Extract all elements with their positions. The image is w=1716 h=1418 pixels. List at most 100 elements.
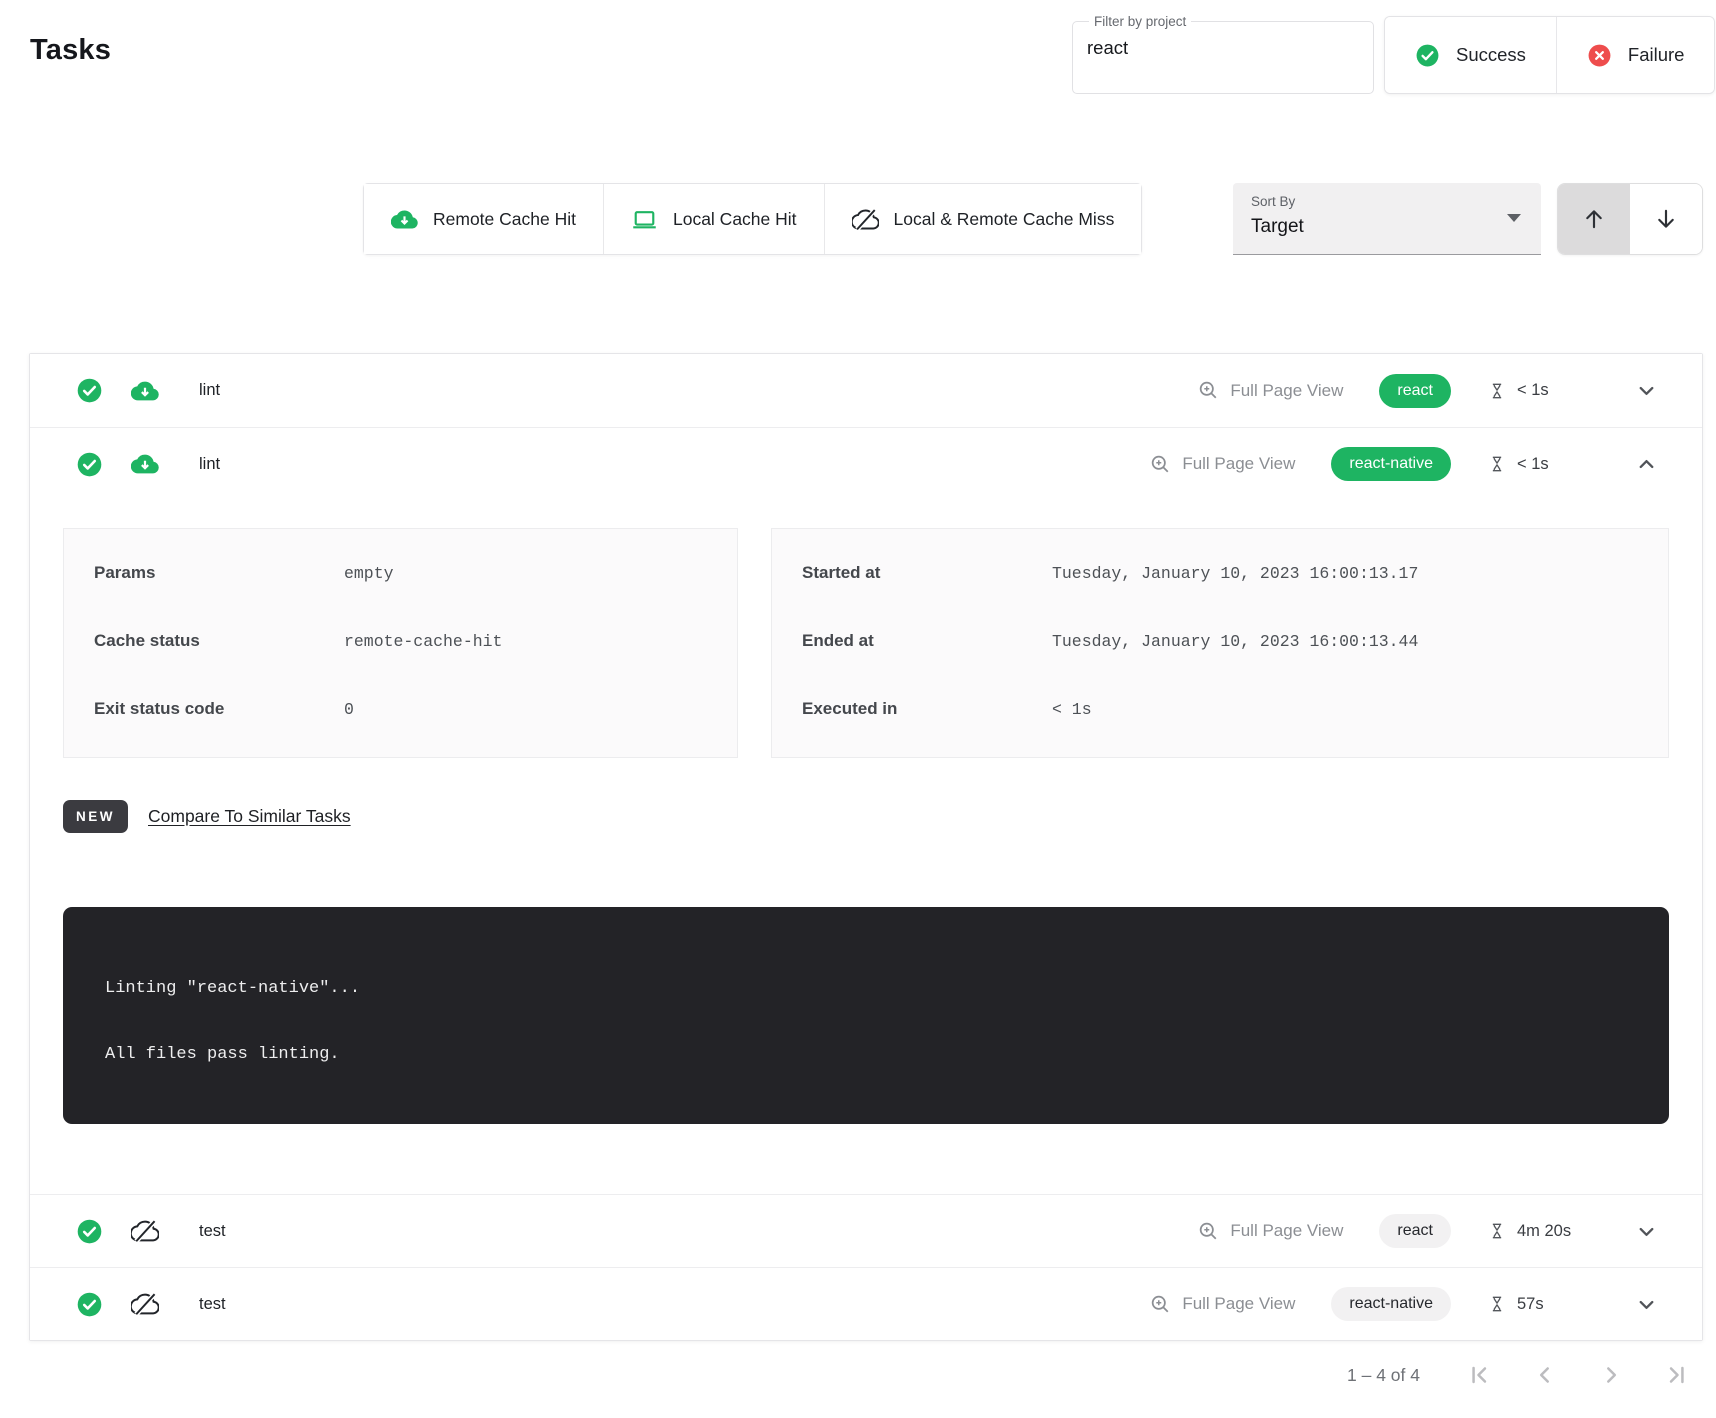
expand-row-button[interactable] bbox=[1635, 1293, 1658, 1316]
full-page-view-label: Full Page View bbox=[1182, 454, 1295, 474]
arrow-down-icon bbox=[1653, 206, 1679, 232]
full-page-view-link[interactable]: Full Page View bbox=[1197, 379, 1343, 402]
last-page-button[interactable] bbox=[1664, 1362, 1690, 1388]
failure-filter-button[interactable]: Failure bbox=[1556, 17, 1715, 93]
task-duration-label: 4m 20s bbox=[1517, 1222, 1571, 1241]
last-page-icon bbox=[1664, 1362, 1690, 1388]
detail-label: Params bbox=[94, 563, 344, 583]
task-target-name: lint bbox=[199, 381, 220, 400]
compare-to-similar-tasks-link[interactable]: Compare To Similar Tasks bbox=[148, 806, 351, 827]
sort-by-select[interactable]: Sort By Target bbox=[1233, 183, 1541, 255]
task-row-test-react[interactable]: test Full Page View react 4m 20s bbox=[30, 1194, 1702, 1267]
new-badge: NEW bbox=[63, 800, 128, 833]
full-page-view-label: Full Page View bbox=[1182, 1294, 1295, 1314]
task-row-lint-react-native[interactable]: lint Full Page View react-native < 1s bbox=[30, 427, 1702, 500]
task-list: lint Full Page View react < 1s bbox=[29, 353, 1703, 1341]
filter-by-project-field[interactable]: Filter by project bbox=[1072, 14, 1374, 94]
detail-label: Executed in bbox=[802, 699, 1052, 719]
full-page-view-label: Full Page View bbox=[1230, 1221, 1343, 1241]
detail-value: Tuesday, January 10, 2023 16:00:13.44 bbox=[1052, 632, 1418, 651]
sort-ascending-button[interactable] bbox=[1558, 184, 1630, 254]
detail-value: < 1s bbox=[1052, 700, 1092, 719]
task-duration: 4m 20s bbox=[1487, 1221, 1599, 1241]
remote-cache-hit-label: Remote Cache Hit bbox=[433, 209, 576, 230]
hourglass-icon bbox=[1487, 1294, 1507, 1314]
task-target-name: lint bbox=[199, 455, 220, 474]
local-cache-hit-label: Local Cache Hit bbox=[673, 209, 797, 230]
sort-by-value: Target bbox=[1251, 216, 1304, 238]
task-timing-panel: Started atTuesday, January 10, 2023 16:0… bbox=[771, 528, 1669, 758]
full-page-view-link[interactable]: Full Page View bbox=[1197, 1220, 1343, 1243]
zoom-in-icon bbox=[1197, 379, 1220, 402]
task-detail-panel: Paramsempty Cache statusremote-cache-hit… bbox=[30, 500, 1702, 1194]
chevron-down-icon bbox=[1635, 379, 1658, 402]
failure-filter-label: Failure bbox=[1628, 44, 1685, 66]
terminal-line: All files pass linting. bbox=[105, 1045, 1639, 1064]
task-target-name: test bbox=[199, 1295, 226, 1314]
success-status-icon bbox=[76, 451, 103, 478]
project-badge: react bbox=[1379, 374, 1451, 408]
task-target-name: test bbox=[199, 1222, 226, 1241]
chevron-right-icon bbox=[1598, 1362, 1624, 1388]
success-status-icon bbox=[76, 377, 103, 404]
full-page-view-label: Full Page View bbox=[1230, 381, 1343, 401]
expand-row-button[interactable] bbox=[1635, 1220, 1658, 1243]
collapse-row-button[interactable] bbox=[1635, 453, 1658, 476]
expand-row-button[interactable] bbox=[1635, 379, 1658, 402]
filter-by-project-label: Filter by project bbox=[1089, 14, 1191, 29]
cache-miss-icon bbox=[131, 1290, 159, 1318]
task-row-test-react-native[interactable]: test Full Page View react-native 57s bbox=[30, 1267, 1702, 1340]
detail-label: Cache status bbox=[94, 631, 344, 651]
cache-filter-group: Remote Cache Hit Local Cache Hit Local &… bbox=[363, 183, 1142, 255]
task-row-lint-react[interactable]: lint Full Page View react < 1s bbox=[30, 354, 1702, 427]
project-badge: react-native bbox=[1331, 447, 1451, 481]
first-page-button[interactable] bbox=[1466, 1362, 1492, 1388]
filter-by-project-input[interactable] bbox=[1087, 37, 1359, 59]
remote-cache-hit-button[interactable]: Remote Cache Hit bbox=[364, 184, 603, 254]
page-title: Tasks bbox=[30, 34, 111, 67]
remote-cache-hit-icon bbox=[131, 450, 159, 478]
task-duration-label: < 1s bbox=[1517, 381, 1549, 400]
pagination-range-label: 1 – 4 of 4 bbox=[1347, 1365, 1420, 1386]
sort-descending-button[interactable] bbox=[1630, 184, 1702, 254]
cache-miss-icon bbox=[131, 1217, 159, 1245]
chevron-down-icon bbox=[1635, 1220, 1658, 1243]
hourglass-icon bbox=[1487, 454, 1507, 474]
project-badge: react bbox=[1379, 1214, 1451, 1248]
zoom-in-icon bbox=[1197, 1220, 1220, 1243]
detail-value: empty bbox=[344, 564, 394, 583]
full-page-view-link[interactable]: Full Page View bbox=[1149, 1293, 1295, 1316]
terminal-output: Linting "react-native"... All files pass… bbox=[63, 907, 1669, 1124]
terminal-line: Linting "react-native"... bbox=[105, 979, 1639, 998]
hourglass-icon bbox=[1487, 1221, 1507, 1241]
chevron-up-icon bbox=[1635, 453, 1658, 476]
success-filter-button[interactable]: Success bbox=[1385, 17, 1556, 93]
task-duration-label: < 1s bbox=[1517, 455, 1549, 474]
failure-x-icon bbox=[1587, 43, 1612, 68]
cloud-download-icon bbox=[391, 206, 418, 233]
next-page-button[interactable] bbox=[1598, 1362, 1624, 1388]
success-check-icon bbox=[1415, 43, 1440, 68]
zoom-in-icon bbox=[1149, 1293, 1172, 1316]
full-page-view-link[interactable]: Full Page View bbox=[1149, 453, 1295, 476]
task-duration-label: 57s bbox=[1517, 1295, 1544, 1314]
task-duration: < 1s bbox=[1487, 454, 1599, 474]
previous-page-button[interactable] bbox=[1532, 1362, 1558, 1388]
pagination: 1 – 4 of 4 bbox=[1347, 1362, 1690, 1388]
cache-miss-label: Local & Remote Cache Miss bbox=[894, 209, 1115, 230]
success-status-icon bbox=[76, 1291, 103, 1318]
detail-label: Ended at bbox=[802, 631, 1052, 651]
arrow-up-icon bbox=[1581, 206, 1607, 232]
detail-label: Exit status code bbox=[94, 699, 344, 719]
task-params-panel: Paramsempty Cache statusremote-cache-hit… bbox=[63, 528, 738, 758]
chevron-down-icon bbox=[1635, 1293, 1658, 1316]
local-cache-hit-button[interactable]: Local Cache Hit bbox=[603, 184, 824, 254]
chevron-left-icon bbox=[1532, 1362, 1558, 1388]
remote-cache-hit-icon bbox=[131, 377, 159, 405]
success-status-icon bbox=[76, 1218, 103, 1245]
laptop-icon bbox=[631, 206, 658, 233]
status-filter-group: Success Failure bbox=[1384, 16, 1715, 94]
task-duration: < 1s bbox=[1487, 381, 1599, 401]
tasks-page: Tasks Filter by project Success Failure … bbox=[0, 0, 1716, 1418]
cache-miss-button[interactable]: Local & Remote Cache Miss bbox=[824, 184, 1142, 254]
